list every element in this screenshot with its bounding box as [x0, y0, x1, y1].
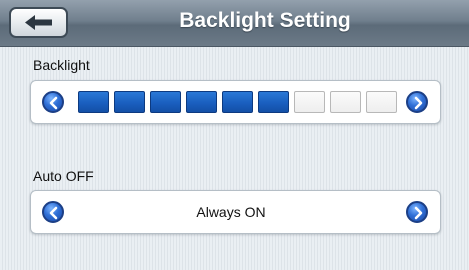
backlight-panel [30, 80, 441, 124]
backlight-label: Backlight [33, 57, 90, 73]
auto-off-label: Auto OFF [33, 168, 94, 184]
backlight-level-block[interactable] [114, 91, 145, 113]
backlight-level-block[interactable] [330, 91, 361, 113]
backlight-level-block[interactable] [150, 91, 181, 113]
backlight-level-block[interactable] [78, 91, 109, 113]
header-bar: Backlight Setting [0, 0, 469, 47]
backlight-level-block[interactable] [186, 91, 217, 113]
page-title: Backlight Setting [179, 9, 351, 32]
backlight-level-block[interactable] [366, 91, 397, 113]
auto-off-panel: Always ON [30, 190, 441, 234]
back-arrow-icon [25, 15, 52, 30]
auto-off-previous-button[interactable] [42, 201, 64, 223]
chevron-right-icon [414, 96, 423, 110]
chevron-left-icon [49, 206, 58, 220]
chevron-right-icon [414, 206, 423, 220]
backlight-setting-screen: Backlight Setting Backlight Auto OFF Alw… [0, 0, 469, 270]
backlight-level-block[interactable] [294, 91, 325, 113]
backlight-increase-button[interactable] [406, 91, 428, 113]
chevron-left-icon [49, 96, 58, 110]
backlight-level-bar[interactable] [78, 91, 398, 113]
back-button[interactable] [9, 7, 68, 38]
auto-off-next-button[interactable] [406, 201, 428, 223]
backlight-level-block[interactable] [258, 91, 289, 113]
backlight-level-block[interactable] [222, 91, 253, 113]
backlight-decrease-button[interactable] [42, 91, 64, 113]
auto-off-value: Always ON [196, 204, 266, 220]
